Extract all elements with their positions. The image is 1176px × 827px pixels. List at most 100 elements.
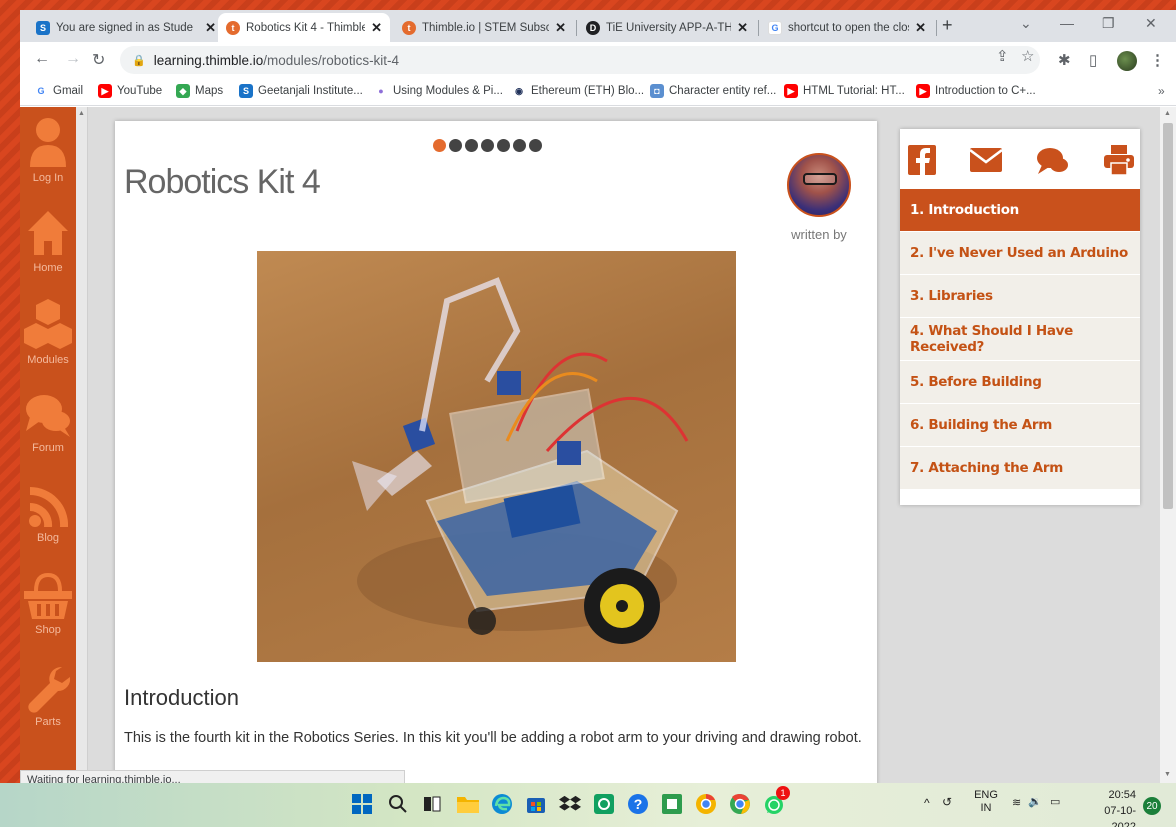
tab-search-icon[interactable]: ⌄ bbox=[1020, 15, 1032, 32]
chrome-icon[interactable] bbox=[728, 792, 752, 816]
tab-shortcut[interactable]: G shortcut to open the close ✕ bbox=[760, 13, 934, 42]
help-icon[interactable]: ? bbox=[626, 792, 650, 816]
url-host: learning.thimble.io bbox=[153, 52, 264, 68]
toc-item-before-building[interactable]: 5. Before Building bbox=[900, 361, 1140, 403]
sync-icon[interactable]: ↺ bbox=[942, 795, 952, 809]
comments-icon[interactable] bbox=[1036, 147, 1068, 175]
chrome-canary-icon[interactable] bbox=[694, 792, 718, 816]
toc-item-never-used-arduino[interactable]: 2. I've Never Used an Arduino bbox=[900, 232, 1140, 274]
google-favicon-icon: G bbox=[768, 20, 782, 35]
sidebar-item-home[interactable]: Home bbox=[20, 207, 76, 274]
page-icon: ◘ bbox=[650, 84, 664, 98]
whatsapp-icon[interactable]: 1 bbox=[762, 786, 790, 816]
step-dot-active[interactable] bbox=[433, 139, 446, 152]
file-explorer-icon[interactable] bbox=[456, 792, 480, 816]
toc-item-libraries[interactable]: 3. Libraries bbox=[900, 275, 1140, 317]
email-icon[interactable] bbox=[970, 148, 1002, 172]
sidebar-item-login[interactable]: Log In bbox=[20, 117, 76, 184]
reload-icon[interactable]: ↻ bbox=[92, 50, 105, 70]
toc-item-introduction[interactable]: 1. Introduction bbox=[900, 189, 1140, 231]
step-dot[interactable] bbox=[465, 139, 478, 152]
bookmark-maps[interactable]: ◆ Maps bbox=[176, 84, 223, 98]
page-scrollbar[interactable]: ▲ ▼ bbox=[1160, 107, 1176, 783]
robot-arm-kit-photo bbox=[257, 251, 736, 662]
sidebar-item-forum[interactable]: Forum bbox=[20, 391, 76, 454]
bookmark-gmail[interactable]: G Gmail bbox=[34, 84, 83, 98]
sidebar-scrollbar[interactable]: ▲ bbox=[76, 107, 88, 783]
search-icon[interactable] bbox=[386, 792, 410, 816]
author-avatar[interactable] bbox=[787, 153, 851, 217]
home-icon bbox=[28, 211, 68, 255]
toc-item-building-arm[interactable]: 6. Building the Arm bbox=[900, 404, 1140, 446]
forward-icon[interactable]: → bbox=[65, 50, 81, 68]
clock[interactable]: 20:54 07-10-2022 bbox=[1080, 787, 1136, 827]
svg-text:?: ? bbox=[634, 796, 643, 812]
edge-icon[interactable] bbox=[490, 792, 514, 816]
share-icon[interactable]: ⇪ bbox=[996, 47, 1009, 65]
profile-avatar[interactable] bbox=[1117, 51, 1137, 71]
step-dot[interactable] bbox=[481, 139, 494, 152]
bookmark-youtube[interactable]: ▶ YouTube bbox=[98, 84, 162, 98]
close-tab-icon[interactable]: ✕ bbox=[205, 20, 216, 36]
scrollbar-thumb[interactable] bbox=[1163, 123, 1173, 509]
dropbox-icon[interactable] bbox=[558, 792, 582, 816]
bookmark-geetanjali[interactable]: S Geetanjali Institute... bbox=[239, 84, 363, 98]
sidebar-item-shop[interactable]: Shop bbox=[20, 573, 76, 636]
step-dot[interactable] bbox=[497, 139, 510, 152]
step-dot[interactable] bbox=[513, 139, 526, 152]
bookmark-ethereum[interactable]: ◉ Ethereum (ETH) Blo... bbox=[512, 84, 644, 98]
task-view-icon[interactable] bbox=[420, 792, 444, 816]
extensions-icon[interactable]: ✱ bbox=[1058, 51, 1071, 69]
toc-item-attaching-arm[interactable]: 7. Attaching the Arm bbox=[900, 447, 1140, 489]
browser-toolbar: ← → ↻ 🔒 learning.thimble.io/modules/robo… bbox=[20, 42, 1176, 78]
lock-icon[interactable]: 🔒 bbox=[132, 54, 146, 67]
green-square-app-icon[interactable] bbox=[660, 792, 684, 816]
store-icon[interactable] bbox=[524, 792, 548, 816]
wifi-icon[interactable]: ≋ bbox=[1012, 796, 1021, 809]
battery-icon[interactable]: ▭ bbox=[1050, 795, 1060, 808]
close-tab-icon[interactable]: ✕ bbox=[371, 20, 382, 36]
taskbar: ? 1 ^ ↺ ENG IN ≋ 🔉 ▭ 20:54 07-10-2022 20 bbox=[0, 783, 1176, 827]
tab-thimble-stem[interactable]: t Thimble.io | STEM Subscri ✕ bbox=[394, 13, 574, 42]
side-panel-icon[interactable]: ▯ bbox=[1089, 51, 1097, 69]
close-window-icon[interactable]: ✕ bbox=[1145, 15, 1157, 32]
volume-icon[interactable]: 🔉 bbox=[1028, 795, 1042, 808]
written-by-label: written by bbox=[791, 227, 847, 242]
sidebar-item-parts[interactable]: Parts bbox=[20, 665, 76, 728]
bookmarks-bar: G Gmail ▶ YouTube ◆ Maps S Geetanjali In… bbox=[20, 78, 1176, 106]
menu-icon[interactable]: ⋮ bbox=[1150, 51, 1165, 69]
step-dot[interactable] bbox=[449, 139, 462, 152]
sidebar-item-blog[interactable]: Blog bbox=[20, 483, 76, 544]
minimize-icon[interactable]: — bbox=[1060, 15, 1074, 31]
address-bar[interactable]: 🔒 learning.thimble.io/modules/robotics-k… bbox=[120, 46, 1040, 74]
tab-tie-university[interactable]: D TiE University APP-A-THO ✕ bbox=[578, 13, 756, 42]
close-tab-icon[interactable]: ✕ bbox=[555, 20, 566, 36]
restore-icon[interactable]: ❐ bbox=[1102, 15, 1115, 32]
bookmark-using-modules[interactable]: ● Using Modules & Pi... bbox=[374, 84, 503, 98]
facebook-icon[interactable] bbox=[908, 145, 936, 175]
close-tab-icon[interactable]: ✕ bbox=[915, 20, 926, 36]
language-indicator[interactable]: ENG IN bbox=[972, 789, 1000, 815]
green-app-icon[interactable] bbox=[592, 792, 616, 816]
tray-chevron-icon[interactable]: ^ bbox=[924, 796, 930, 810]
toc-item-what-received[interactable]: 4. What Should I Have Received? bbox=[900, 318, 1140, 360]
module-nav-panel: 1. Introduction 2. I've Never Used an Ar… bbox=[900, 129, 1140, 505]
bookmark-html-tutorial[interactable]: ▶ HTML Tutorial: HT... bbox=[784, 84, 905, 98]
windows-start-icon[interactable] bbox=[350, 792, 374, 816]
bookmark-intro-cpp[interactable]: ▶ Introduction to C+... bbox=[916, 84, 1036, 98]
back-icon[interactable]: ← bbox=[34, 50, 50, 68]
youtube-icon: ▶ bbox=[784, 84, 798, 98]
maps-icon: ◆ bbox=[176, 84, 190, 98]
print-icon[interactable] bbox=[1104, 145, 1134, 175]
new-tab-icon[interactable]: + bbox=[942, 15, 953, 36]
bookmark-character-entity[interactable]: ◘ Character entity ref... bbox=[650, 84, 776, 98]
step-dot[interactable] bbox=[529, 139, 542, 152]
close-tab-icon[interactable]: ✕ bbox=[737, 20, 748, 36]
notification-badge[interactable]: 20 bbox=[1143, 797, 1161, 815]
table-of-contents: 1. Introduction 2. I've Never Used an Ar… bbox=[900, 189, 1140, 490]
tab-signed-in[interactable]: S You are signed in as Stude ✕ bbox=[28, 13, 224, 42]
more-bookmarks-icon[interactable]: » bbox=[1158, 84, 1165, 98]
sidebar-item-modules[interactable]: Modules bbox=[20, 297, 76, 366]
tab-robotics-kit[interactable]: t Robotics Kit 4 - Thimble.I ✕ bbox=[218, 13, 390, 42]
bookmark-star-icon[interactable]: ☆ bbox=[1021, 47, 1034, 65]
